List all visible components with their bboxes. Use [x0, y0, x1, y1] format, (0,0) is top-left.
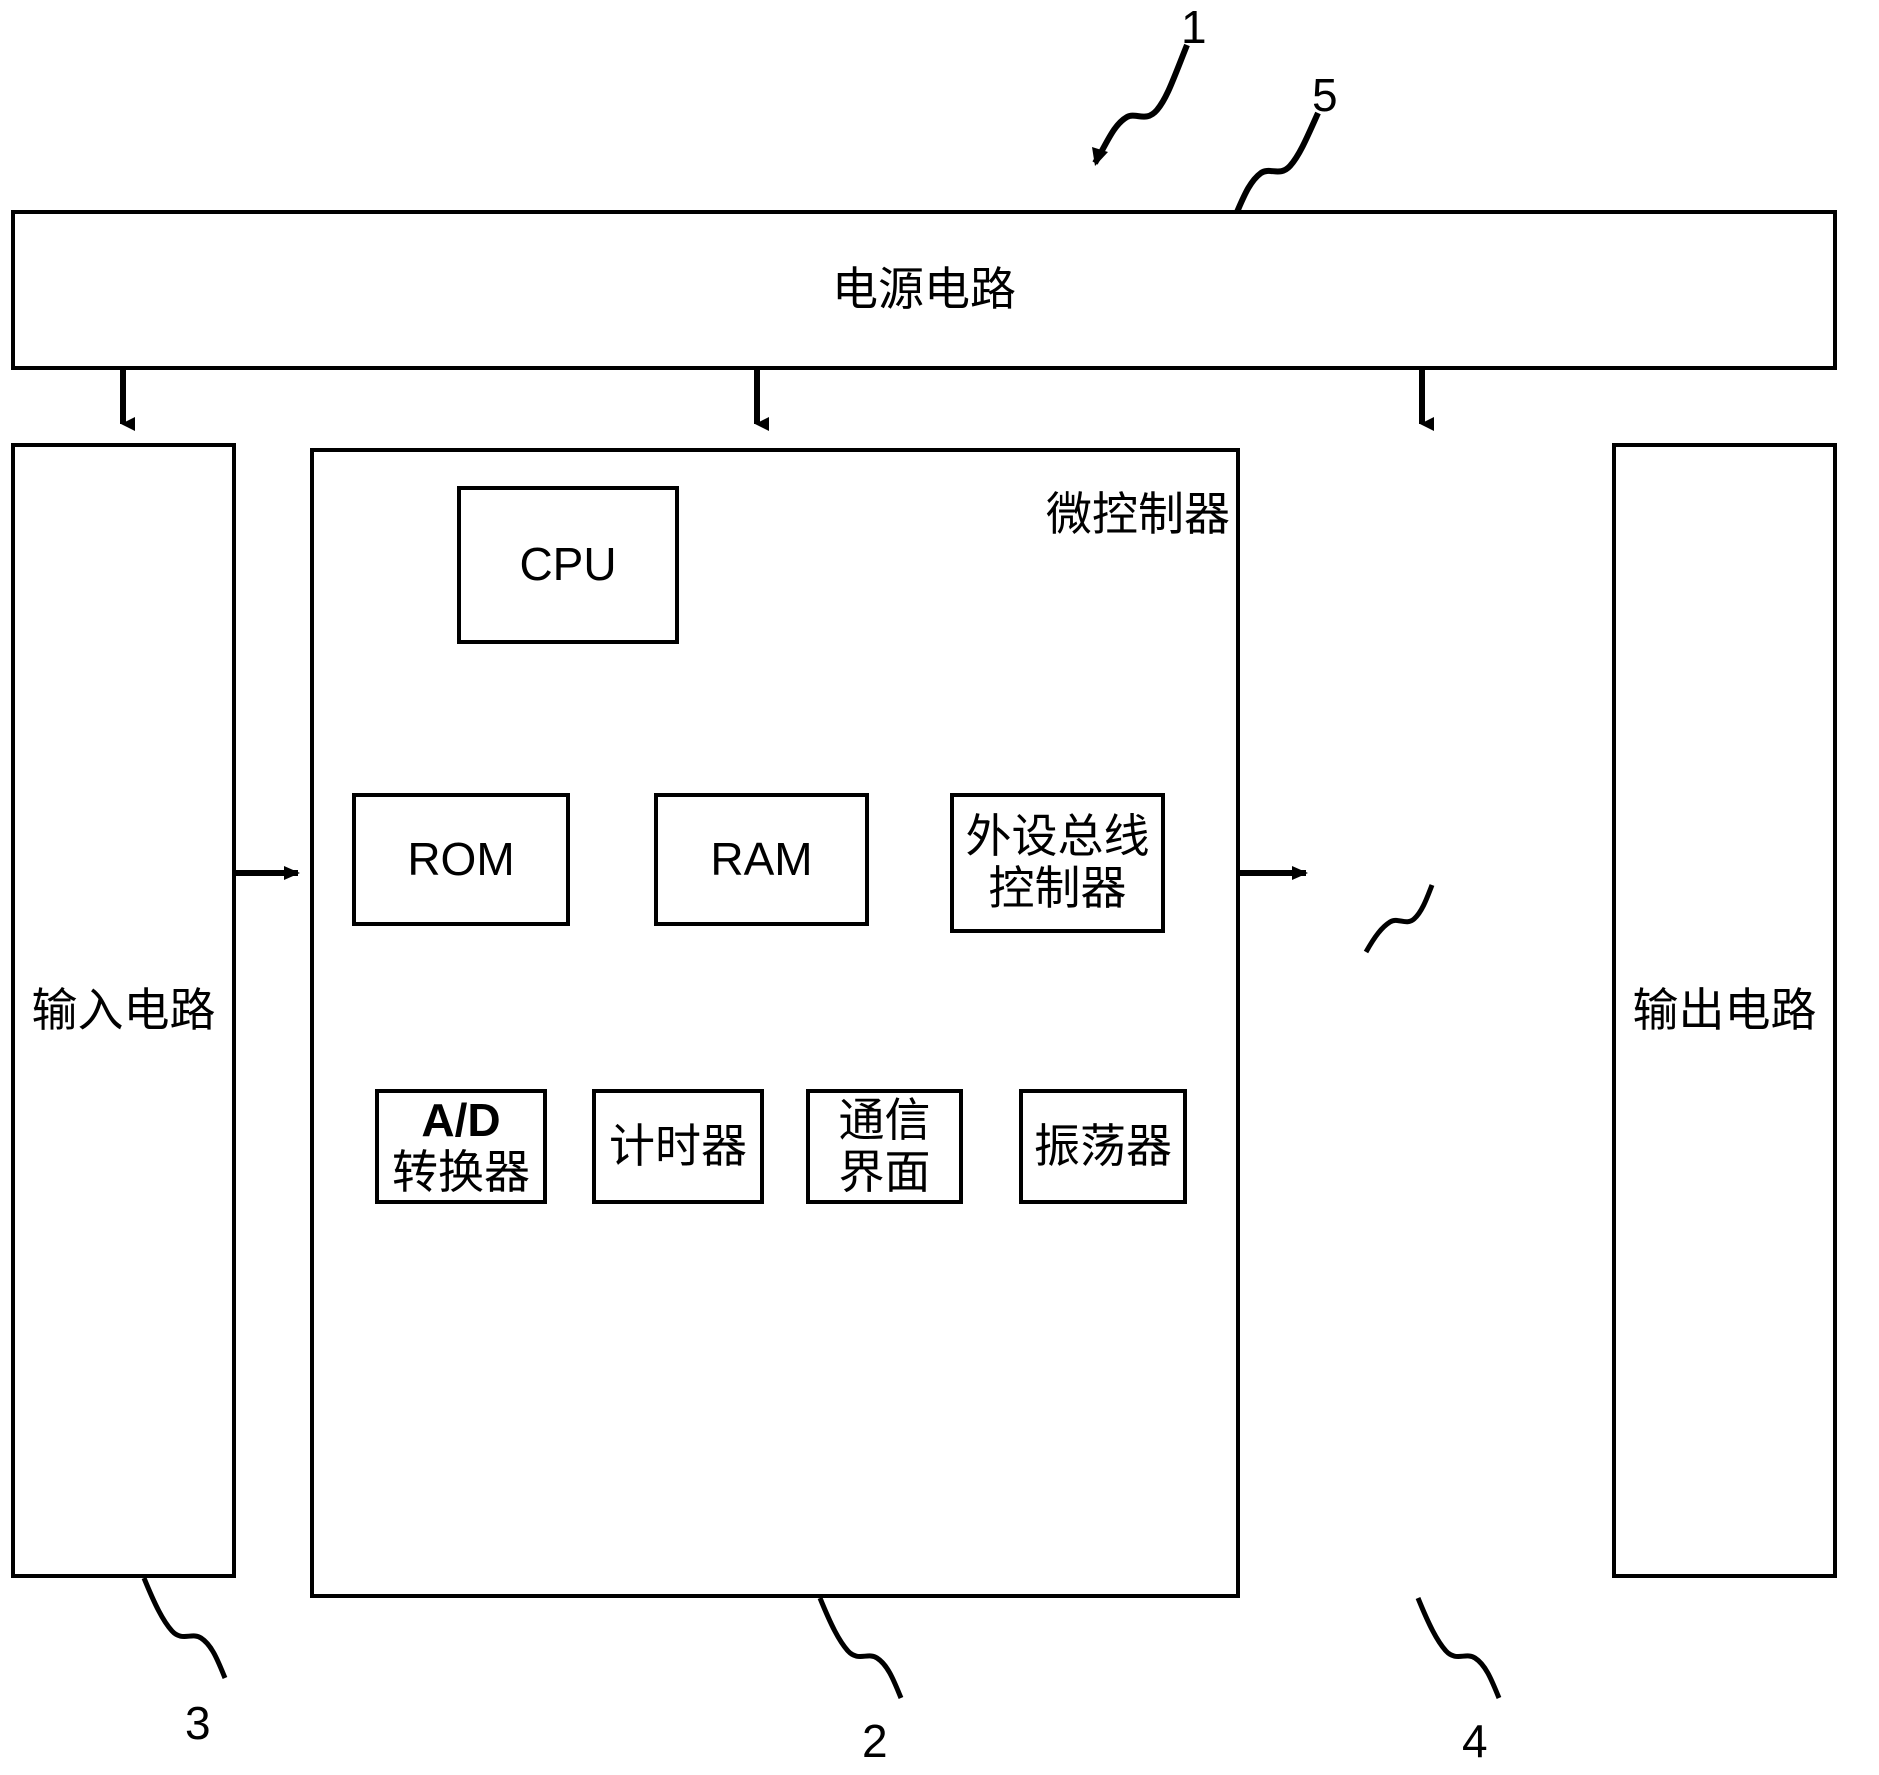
input-circuit-block[interactable]: 输入电路: [11, 443, 236, 1578]
ad-converter-label-line2: 转换器: [392, 1144, 530, 1199]
peripheral-bus-controller-label-line1: 外设总线: [965, 809, 1150, 864]
input-circuit-label: 输入电路: [31, 982, 216, 1037]
ref-1-leader: [1092, 43, 1190, 166]
rom-block[interactable]: ROM: [352, 793, 570, 926]
ram-block[interactable]: RAM: [654, 793, 869, 926]
comm-interface-block[interactable]: 通信 界面: [806, 1089, 963, 1204]
ref-5-leader: [1234, 111, 1321, 214]
ad-converter-label-line1: A/D: [421, 1093, 501, 1146]
peripheral-bus-controller-block[interactable]: 外设总线 控制器: [950, 793, 1165, 933]
power-circuit-block[interactable]: 电源电路: [11, 210, 1837, 370]
timer-block[interactable]: 计时器: [592, 1089, 764, 1204]
cpu-label: CPU: [519, 538, 617, 591]
rom-label: ROM: [407, 832, 515, 885]
power-circuit-label: 电源电路: [832, 262, 1016, 317]
ref-2-leader: [817, 1597, 904, 1699]
ram-label: RAM: [710, 832, 813, 885]
output-circuit-label: 输出电路: [1632, 982, 1817, 1037]
comm-interface-label-line1: 通信: [838, 1092, 931, 1147]
timer-label: 计时器: [609, 1118, 747, 1173]
microcontroller-label: 微控制器: [1046, 487, 1230, 541]
cpu-block[interactable]: CPU: [457, 486, 679, 644]
peripheral-bus-controller-label-line2: 控制器: [988, 861, 1127, 915]
microcontroller-block[interactable]: [310, 448, 1240, 1598]
ref-number-5: 5: [1312, 69, 1338, 121]
comm-interface-label-line2: 界面: [838, 1144, 931, 1199]
output-circuit-block[interactable]: 输出电路: [1612, 443, 1837, 1578]
diagram-canvas: 1 5 10 18 13 11 12 19 14 15 16 17 3 2 4 …: [0, 0, 1879, 1775]
ad-converter-block[interactable]: A/D 转换器: [375, 1089, 547, 1204]
ref-number-1: 1: [1181, 1, 1207, 53]
ref-number-4: 4: [1462, 1715, 1488, 1767]
oscillator-label: 振荡器: [1034, 1118, 1172, 1173]
ref-4-leader: [1415, 1597, 1502, 1699]
ref-3-leader: [141, 1577, 228, 1679]
ref-number-2: 2: [862, 1715, 888, 1767]
oscillator-block[interactable]: 振荡器: [1019, 1089, 1187, 1204]
ref-number-3: 3: [185, 1697, 211, 1749]
ref-13-leader: [1363, 884, 1435, 954]
